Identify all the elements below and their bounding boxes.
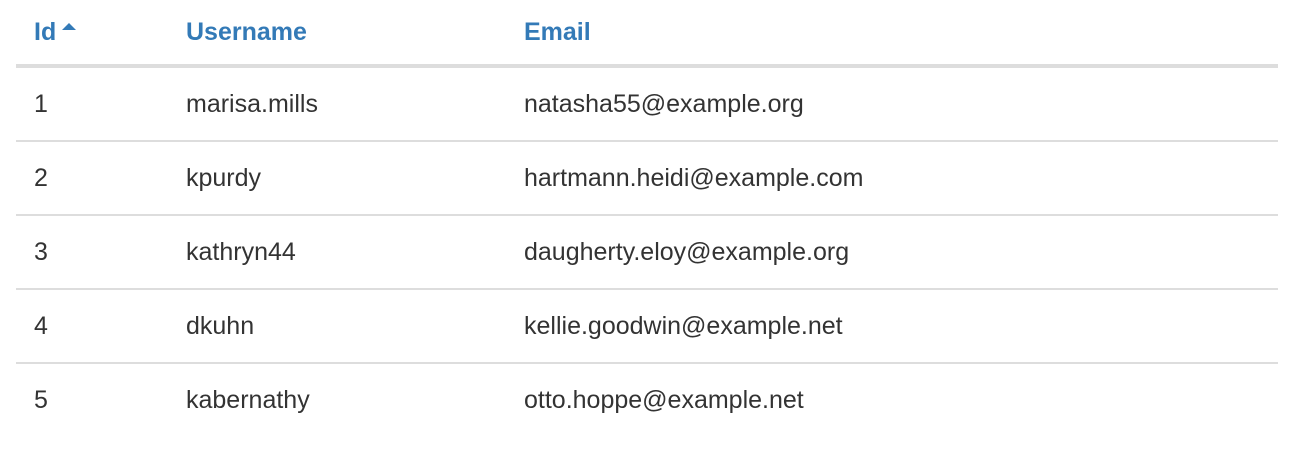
table-row: 5 kabernathy otto.hoppe@example.net	[16, 362, 1278, 436]
column-header-id[interactable]: Id	[16, 0, 168, 68]
cell-id: 3	[16, 214, 168, 289]
caret-up-icon	[62, 22, 77, 30]
table-body: 1 marisa.mills natasha55@example.org 2 k…	[16, 66, 1278, 436]
cell-username: marisa.mills	[186, 89, 318, 118]
users-table: Id Username Email 1 marisa.mills natasha…	[16, 0, 1278, 436]
users-table-container: Id Username Email 1 marisa.mills natasha…	[16, 0, 1278, 436]
column-header-email[interactable]: Email	[506, 0, 1278, 68]
cell-username: kpurdy	[168, 140, 506, 215]
column-header-username[interactable]: Username	[168, 0, 506, 68]
cell-username: dkuhn	[168, 288, 506, 363]
cell-id: 1	[34, 89, 48, 118]
cell-email: otto.hoppe@example.net	[506, 362, 1278, 436]
cell-username: kabernathy	[168, 362, 506, 436]
column-header-label[interactable]: Username	[186, 18, 307, 47]
cell-id: 5	[16, 362, 168, 436]
sort-by-username-link[interactable]: Username	[186, 18, 307, 47]
cell-id: 4	[16, 288, 168, 363]
sort-by-email-link[interactable]: Email	[524, 18, 591, 47]
cell-username: kathryn44	[168, 214, 506, 289]
cell-id: 2	[16, 140, 168, 215]
table-header: Id Username Email	[16, 0, 1278, 68]
table-row: 2 kpurdy hartmann.heidi@example.com	[16, 140, 1278, 215]
cell-email: kellie.goodwin@example.net	[506, 288, 1278, 363]
sort-by-id-link[interactable]: Id	[34, 18, 77, 47]
cell-email: natasha55@example.org	[524, 89, 804, 118]
table-row: 1 marisa.mills natasha55@example.org	[16, 66, 1278, 141]
column-header-label[interactable]: Email	[524, 18, 591, 47]
table-row: 4 dkuhn kellie.goodwin@example.net	[16, 288, 1278, 363]
header-row: Id Username Email	[16, 0, 1278, 68]
table-row: 3 kathryn44 daugherty.eloy@example.org	[16, 214, 1278, 289]
cell-email: daugherty.eloy@example.org	[506, 214, 1278, 289]
cell-email: hartmann.heidi@example.com	[506, 140, 1278, 215]
column-header-label[interactable]: Id	[34, 18, 56, 47]
